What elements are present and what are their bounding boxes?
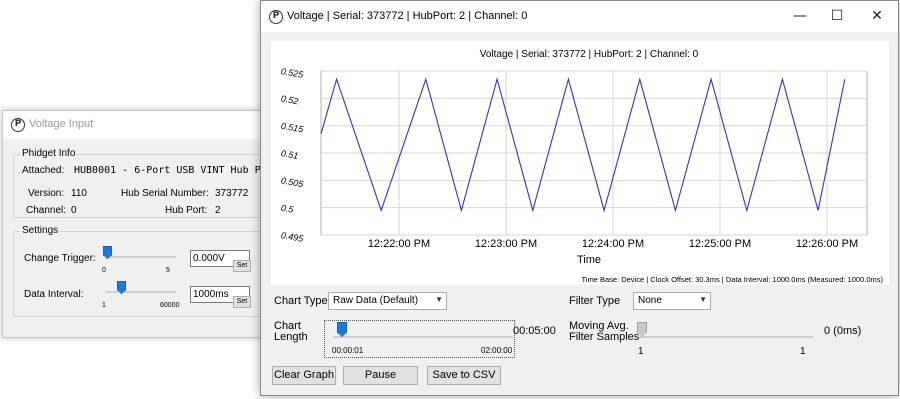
chart-series-line-0 — [320, 77, 846, 213]
chart-y-tick-label: 0.525 — [280, 66, 305, 80]
clear-graph-button[interactable]: Clear Graph — [272, 366, 336, 385]
change-trigger-label: Change Trigger: — [24, 253, 96, 264]
hub-serial-value: 373772 — [215, 188, 249, 199]
chart-y-ticks: 0.525 0.52 0.515 0.51 0.505 0.5 0.495 — [280, 66, 305, 244]
settings-title: Settings — [20, 225, 61, 236]
chart-y-tick-label: 0.51 — [280, 148, 299, 161]
change-trigger-slider[interactable] — [106, 256, 176, 258]
chart-title: Voltage | Serial: 373772 | HubPort: 2 | … — [480, 49, 699, 60]
chart-type-label: Chart Type — [274, 295, 328, 307]
moving-avg-label-2: Filter Samples — [569, 331, 640, 343]
minimize-icon[interactable]: — — [782, 5, 818, 27]
chart-y-tick-label: 0.52 — [280, 93, 299, 106]
pause-button[interactable]: Pause — [343, 366, 418, 385]
voltage-chart-svg: Voltage | Serial: 373772 | HubPort: 2 | … — [280, 49, 883, 284]
chart-x-tick-label: 12:23:00 PM — [475, 238, 537, 250]
data-interval-set-button[interactable]: Set — [233, 296, 251, 308]
chart-length-slider[interactable] — [333, 336, 513, 338]
attached-value: HUB0001 - 6-Port USB VINT Hub Phidge — [74, 165, 291, 176]
phidget-logo-icon: P — [269, 10, 283, 24]
change-trigger-min: 0 — [102, 267, 106, 274]
chart-window-titlebar[interactable]: P Voltage | Serial: 373772 | HubPort: 2 … — [261, 1, 898, 32]
moving-avg-max: 1 — [800, 346, 806, 357]
chart-grid — [320, 70, 868, 236]
attached-label: Attached: — [22, 165, 65, 176]
hub-serial-label: Hub Serial Number: — [121, 188, 209, 199]
data-interval-max: 60000 — [160, 302, 180, 309]
phidget-info-title: Phidget Info — [20, 148, 78, 159]
chevron-down-icon: ▼ — [435, 295, 443, 304]
channel-value: 0 — [71, 205, 77, 216]
settings-group: Settings Change Trigger: 0 5 0.000V Set … — [13, 225, 273, 317]
chart-y-tick-label: 0.515 — [280, 121, 305, 135]
change-trigger-set-button[interactable]: Set — [233, 260, 251, 272]
version-label: Version: — [28, 188, 65, 199]
chevron-down-icon: ▼ — [699, 295, 707, 304]
moving-avg-min: 1 — [638, 346, 644, 357]
hub-port-value: 2 — [215, 205, 221, 216]
chart-y-tick-label: 0.5 — [280, 203, 295, 215]
save-to-csv-button[interactable]: Save to CSV — [427, 366, 501, 385]
chart-x-axis-label: Time — [577, 254, 601, 266]
chart-type-value: Raw Data (Default) — [333, 295, 419, 306]
hub-port-label: Hub Port: — [165, 205, 208, 216]
data-interval-label: Data Interval: — [24, 289, 84, 300]
chart-series — [320, 77, 846, 213]
voltage-chart-window[interactable]: P Voltage | Serial: 373772 | HubPort: 2 … — [260, 0, 899, 396]
voltage-input-titlebar[interactable]: P Voltage Input — [3, 111, 263, 139]
chart-y-tick-label: 0.505 — [280, 175, 305, 189]
voltage-input-title: Voltage Input — [29, 118, 94, 130]
chart-window-title: Voltage | Serial: 373772 | HubPort: 2 | … — [287, 10, 528, 22]
chart-type-select[interactable]: Raw Data (Default) ▼ — [328, 292, 447, 310]
chart-length-value: 00:05:00 — [513, 325, 556, 337]
chart-x-tick-label: 12:25:00 PM — [689, 238, 751, 250]
chart-x-tick-label: 12:24:00 PM — [582, 238, 644, 250]
maximize-icon[interactable]: ☐ — [819, 5, 855, 27]
data-interval-slider[interactable] — [106, 291, 176, 293]
chart-x-tick-label: 12:22:00 PM — [368, 238, 430, 250]
chart-x-tick-label: 12:26:00 PM — [796, 238, 858, 250]
chart-length-label-2: Length — [274, 331, 308, 343]
moving-avg-slider[interactable] — [639, 336, 813, 338]
chart-x-ticks: 12:22:00 PM 12:23:00 PM 12:24:00 PM 12:25:0… — [368, 238, 858, 250]
phidget-info-group: Phidget Info Attached: HUB0001 - 6-Port … — [13, 148, 291, 218]
chart-length-max: 02:00:00 — [481, 346, 513, 355]
filter-type-value: None — [638, 295, 662, 306]
filter-type-label: Filter Type — [569, 295, 621, 307]
phidget-logo-icon: P — [11, 118, 25, 132]
chart-length-min: 00:00:01 — [332, 346, 364, 355]
close-icon[interactable]: ✕ — [859, 5, 895, 27]
version-value: 110 — [71, 188, 87, 199]
chart-footer-info: Time Base: Device | Clock Offset: 30.3ms… — [581, 275, 883, 284]
channel-label: Channel: — [26, 205, 67, 216]
voltage-chart: Voltage | Serial: 373772 | HubPort: 2 | … — [271, 41, 889, 285]
filter-type-select[interactable]: None ▼ — [633, 292, 711, 310]
voltage-input-window[interactable]: P Voltage Input Phidget Info Attached: H… — [2, 110, 291, 338]
change-trigger-max: 5 — [166, 267, 170, 274]
moving-avg-value: 0 (0ms) — [824, 325, 862, 337]
chart-y-tick-label: 0.495 — [280, 230, 305, 244]
data-interval-min: 1 — [102, 302, 106, 309]
